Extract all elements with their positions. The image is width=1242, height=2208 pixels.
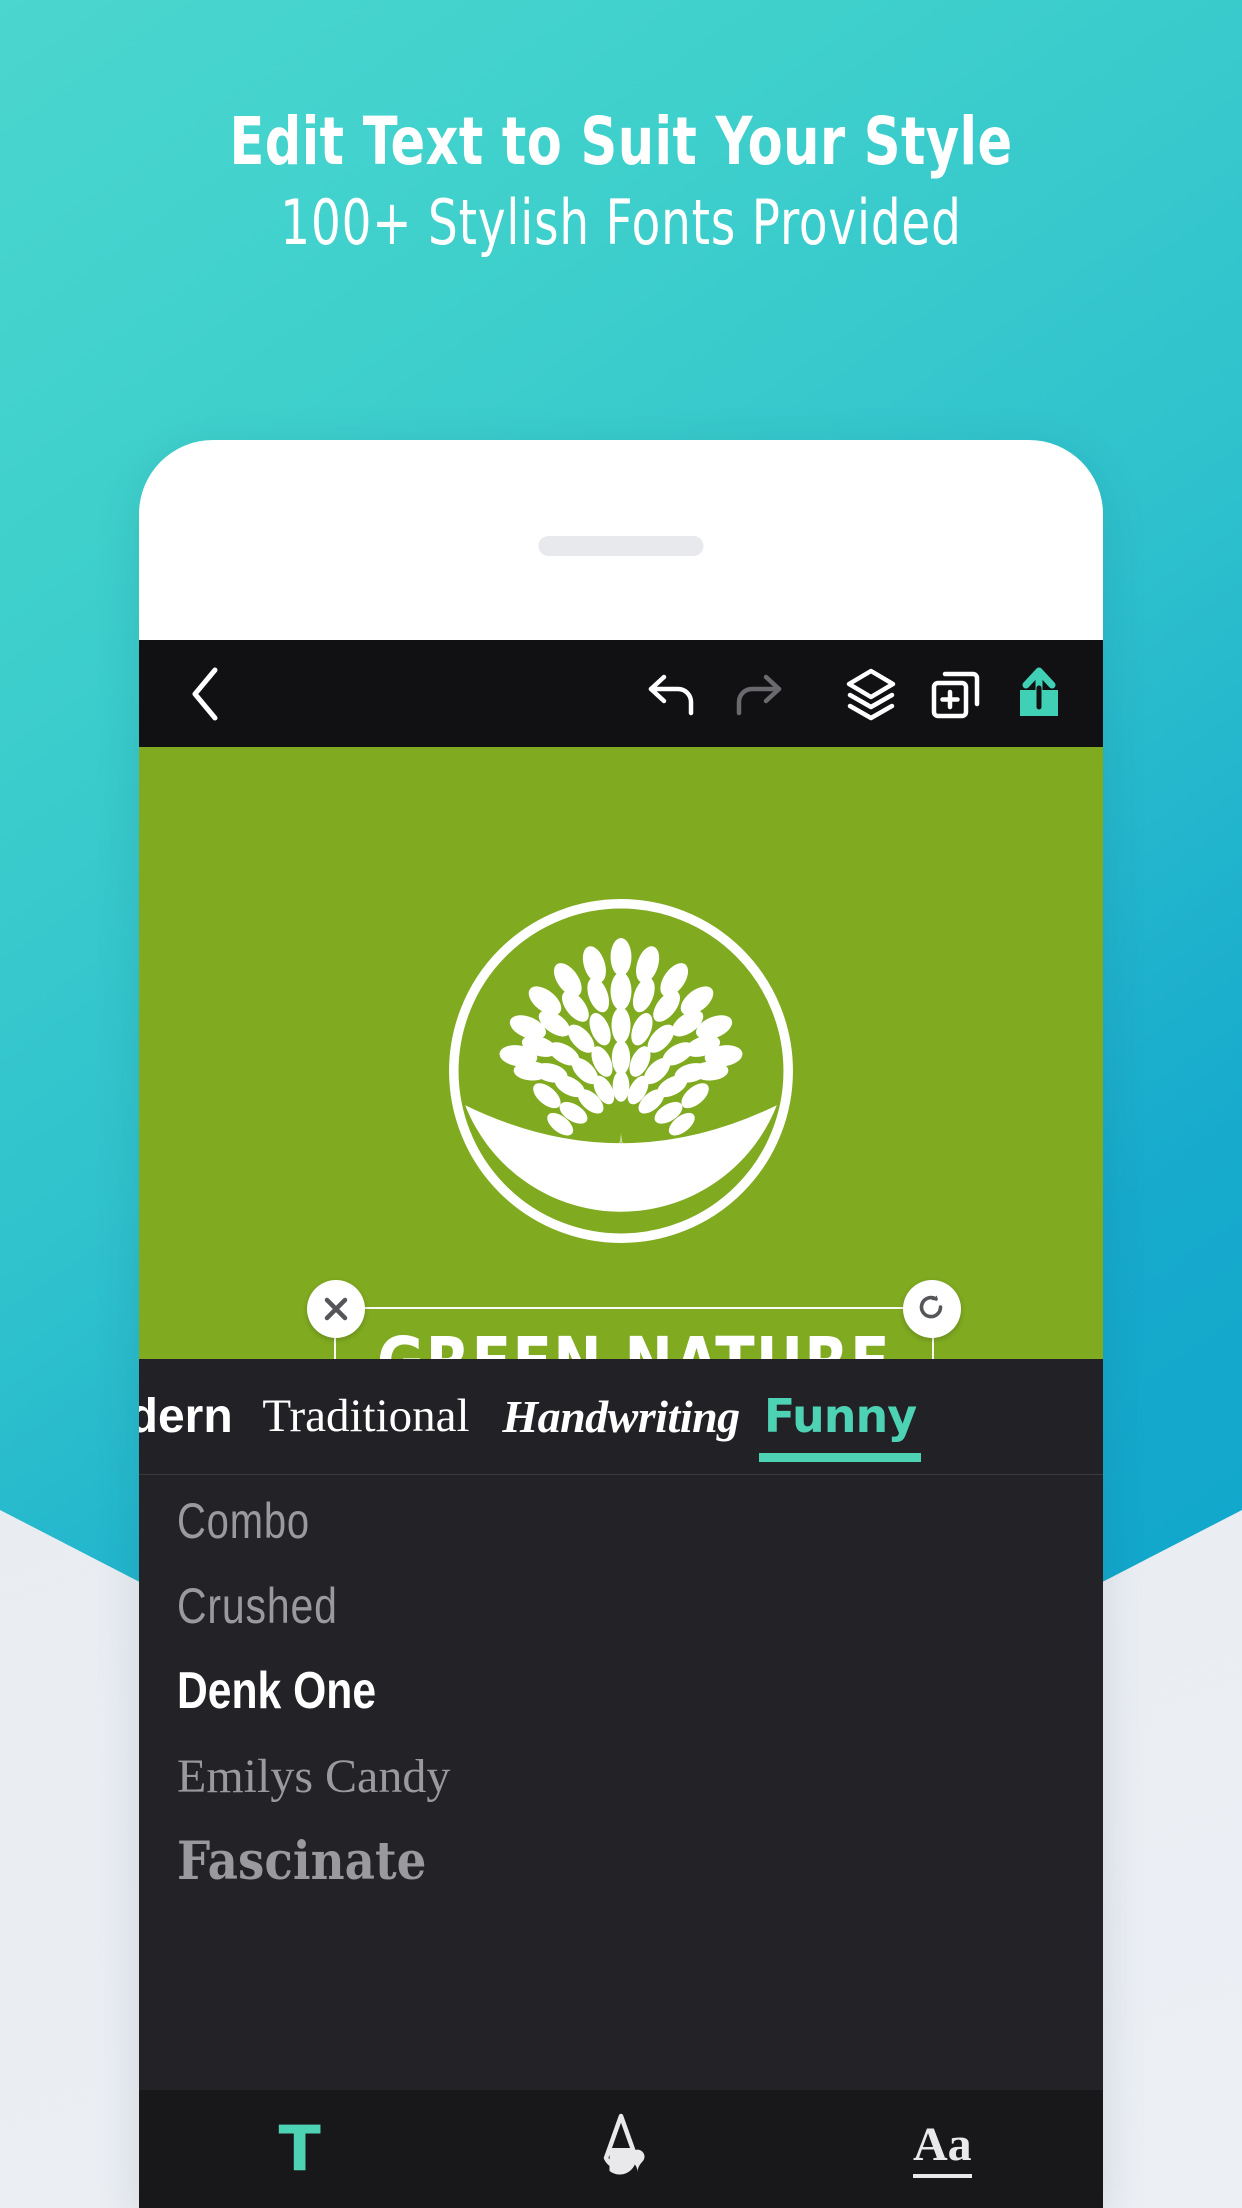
tab-traditional-label: Traditional	[262, 1390, 470, 1442]
font-name-crushed: Crushed	[177, 1578, 338, 1634]
rotate-icon	[919, 1295, 943, 1319]
tab-modern-label: odern	[139, 1389, 233, 1443]
speaker-grille-icon	[538, 536, 704, 556]
tree-logo[interactable]	[431, 881, 811, 1261]
tab-modern[interactable]: odern	[139, 1359, 241, 1474]
list-item[interactable]: Fascinate	[139, 1819, 1103, 1904]
add-page-icon	[931, 671, 980, 718]
text-tool-button[interactable]: T	[139, 2090, 460, 2208]
editor-bottom-toolbar: T Aa	[139, 2090, 1103, 2208]
font-list[interactable]: Combo Crushed Denk One Emilys Candy Fasc…	[139, 1473, 1103, 2090]
export-icon	[1020, 667, 1058, 716]
tab-handwriting[interactable]: Handwriting	[491, 1359, 751, 1474]
list-item[interactable]: Crushed	[139, 1564, 1103, 1649]
font-name-combo: Combo	[177, 1493, 310, 1549]
promo-headings: Edit Text to Suit Your Style 100+ Stylis…	[0, 0, 1242, 255]
undo-button[interactable]	[631, 652, 715, 736]
tree-in-circle-logo-icon	[449, 899, 793, 1243]
redo-button[interactable]	[715, 652, 799, 736]
redo-icon	[736, 674, 782, 715]
back-button[interactable]	[177, 666, 233, 722]
back-chevron-icon	[192, 667, 218, 720]
text-tool-icon: T	[278, 2112, 321, 2185]
undo-icon	[648, 674, 694, 715]
list-item[interactable]: Combo	[139, 1479, 1103, 1564]
close-icon	[324, 1297, 348, 1321]
font-name-denk-one: Denk One	[177, 1662, 377, 1720]
phone-screen: GREEN NATURE SLOGAN HERE	[139, 640, 1103, 2208]
phone-mockup: GREEN NATURE SLOGAN HERE	[139, 440, 1103, 2208]
headline-primary: Edit Text to Suit Your Style	[229, 103, 1013, 180]
font-name-fascinate: Fascinate	[177, 1830, 427, 1892]
editor-top-toolbar	[139, 640, 1103, 747]
logo-title-text[interactable]: GREEN NATURE	[357, 1329, 911, 1359]
headline-secondary: 100+ Stylish Fonts Provided	[280, 186, 962, 260]
font-style-button[interactable]: Aa	[782, 2090, 1103, 2208]
font-style-icon: Aa	[912, 2119, 972, 2178]
tab-active-underline	[759, 1452, 921, 1462]
text-selection-box[interactable]: GREEN NATURE SLOGAN HERE	[307, 1280, 961, 1359]
tab-funny-label: Funny	[763, 1389, 917, 1443]
tab-traditional[interactable]: Traditional	[241, 1359, 491, 1474]
delete-handle[interactable]	[307, 1280, 365, 1338]
tab-handwriting-label: Handwriting	[502, 1390, 740, 1442]
list-item[interactable]: Denk One	[139, 1649, 1103, 1734]
export-button[interactable]	[997, 652, 1081, 736]
toolbar-actions	[631, 640, 1081, 747]
rotate-handle[interactable]	[903, 1280, 961, 1338]
layers-button[interactable]	[829, 652, 913, 736]
font-name-emilys-candy: Emilys Candy	[177, 1749, 451, 1803]
add-page-button[interactable]	[913, 652, 997, 736]
design-canvas[interactable]: GREEN NATURE SLOGAN HERE	[139, 747, 1103, 1359]
font-category-tabs: odern Traditional Handwriting Funny	[139, 1358, 1103, 1474]
paint-bucket-icon	[603, 2113, 645, 2175]
list-item[interactable]: Emilys Candy	[139, 1734, 1103, 1819]
tab-funny[interactable]: Funny	[751, 1359, 929, 1474]
fill-tool-button[interactable]	[460, 2090, 781, 2208]
layers-icon	[846, 668, 896, 720]
